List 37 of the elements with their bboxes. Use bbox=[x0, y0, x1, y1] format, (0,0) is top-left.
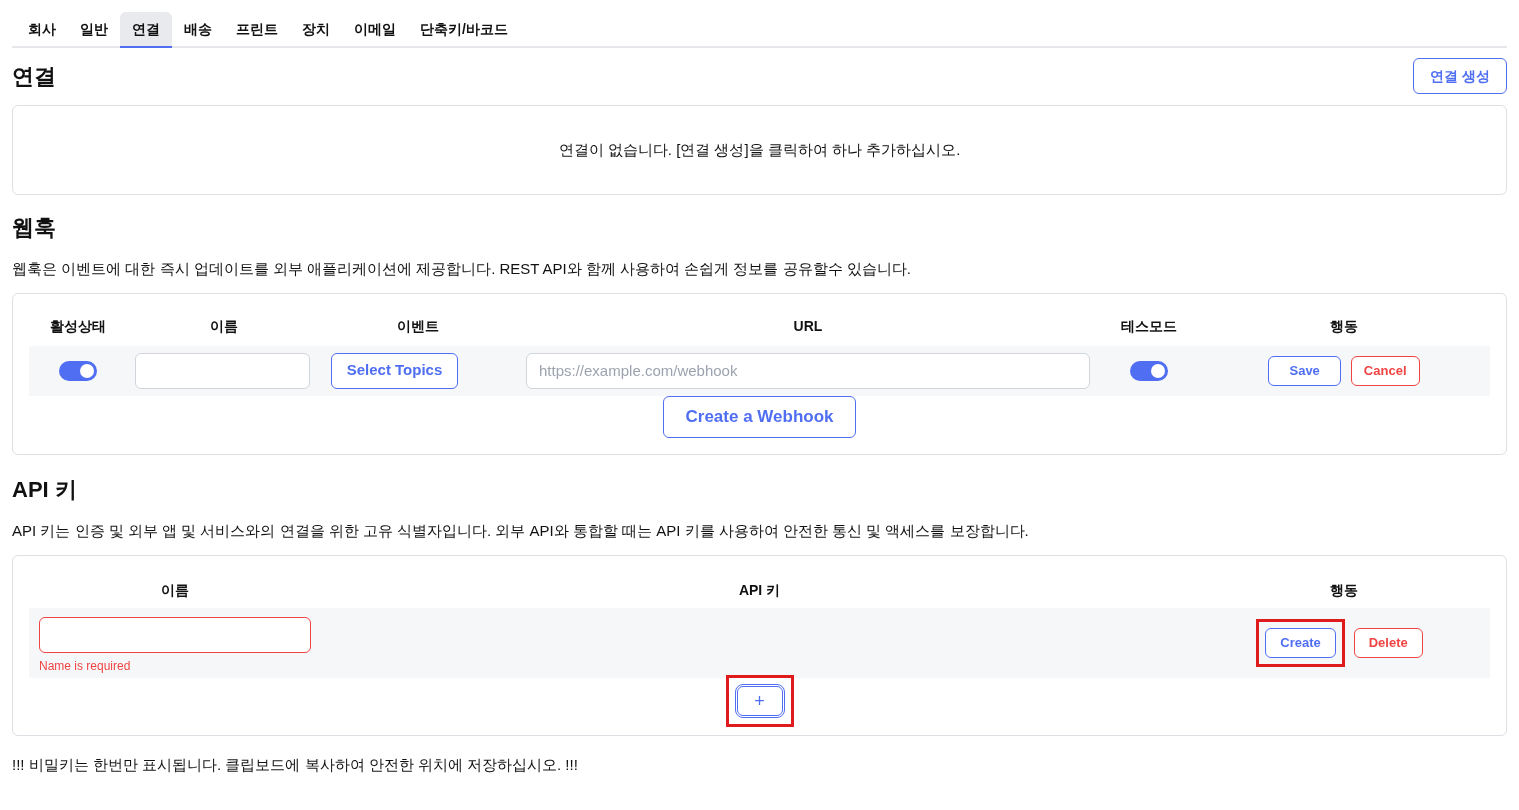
tab[interactable]: 회사 bbox=[16, 12, 68, 48]
tab[interactable]: 장치 bbox=[290, 12, 342, 48]
column-header: API 키 bbox=[738, 581, 781, 600]
column-header: 행동 bbox=[1330, 316, 1358, 336]
section-description: 웹훅은 이벤트에 대한 즉시 업데이트를 외부 애플리케이션에 제공합니다. REST API와 함께 사용하여 손쉽게 정보를 공유할수 있습니다. bbox=[12, 259, 912, 279]
tab[interactable]: 이메일 bbox=[342, 12, 408, 48]
column-header: 행동 bbox=[1330, 581, 1358, 600]
section-title: 연결 bbox=[12, 62, 56, 91]
section-title: API 키 bbox=[12, 475, 78, 504]
column-header: 테스모드 bbox=[1121, 316, 1177, 336]
empty-message: 연결이 없습니다. [연결 생성]을 클릭하여 하나 추가하십시오. bbox=[558, 139, 961, 160]
tab[interactable]: 단축키/바코드 bbox=[408, 12, 520, 48]
url-input[interactable]: https://example.com/webhook bbox=[526, 352, 1090, 389]
column-header: 이벤트 bbox=[397, 316, 439, 336]
section-description: API 키는 인증 및 외부 앱 및 서비스와의 연결을 위한 고유 식별자입니다. 외부 API와 통합할 때는 API 키를 사용하여 안전한 통신 및 액세스를 보장합니다. bbox=[12, 520, 1030, 541]
save-button[interactable]: Save bbox=[1268, 355, 1341, 386]
section-title: 웹훅 bbox=[12, 214, 57, 242]
delete-button[interactable]: Delete bbox=[1353, 628, 1423, 658]
toggle-switch[interactable] bbox=[1130, 360, 1168, 381]
tab[interactable]: 연결 bbox=[120, 12, 172, 48]
column-header: URL bbox=[793, 316, 823, 336]
error-message: Name is required bbox=[39, 658, 132, 675]
select-topics-button[interactable]: Select Topics bbox=[331, 352, 458, 389]
create-connection-button[interactable]: 연결 생성 bbox=[1413, 58, 1507, 94]
column-header: 이름 bbox=[209, 316, 238, 336]
name-input[interactable] bbox=[39, 617, 311, 653]
cancel-button[interactable]: Cancel bbox=[1350, 355, 1420, 386]
warning-note: !!! 비밀키는 한번만 표시됩니다. 클립보드에 복사하여 안전한 위치에 저장하십시오. !!! bbox=[12, 755, 579, 775]
toggle-switch[interactable] bbox=[59, 360, 97, 381]
tab[interactable]: 배송 bbox=[172, 12, 224, 48]
tab[interactable]: 일반 bbox=[68, 12, 120, 48]
create-button[interactable]: Create bbox=[1265, 628, 1336, 658]
add-button[interactable]: + bbox=[734, 684, 785, 718]
column-header: 이름 bbox=[161, 581, 189, 600]
tab[interactable]: 프린트 bbox=[224, 12, 290, 48]
column-header: 활성상태 bbox=[50, 316, 106, 336]
create-webhook-button[interactable]: Create a Webhook bbox=[663, 395, 856, 438]
